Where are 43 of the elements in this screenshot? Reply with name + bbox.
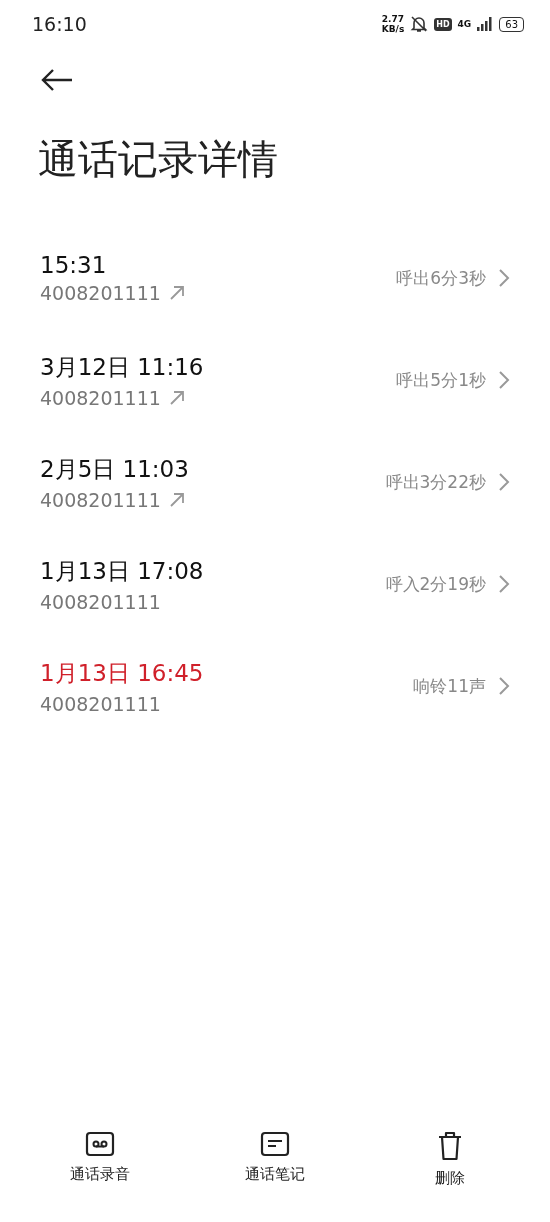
trash-icon bbox=[437, 1131, 464, 1161]
chevron-right-icon bbox=[498, 370, 510, 390]
call-time: 15:31 bbox=[40, 252, 108, 278]
call-summary: 呼出6分3秒 bbox=[396, 266, 486, 290]
call-record[interactable]: 1月13日 16:45 4008201111 响铃11声 bbox=[0, 635, 550, 737]
call-summary: 呼出3分22秒 bbox=[385, 470, 486, 494]
phone-number: 4008201111 bbox=[40, 488, 161, 511]
call-summary: 响铃11声 bbox=[413, 674, 486, 698]
back-arrow-icon[interactable] bbox=[40, 68, 74, 92]
battery-level: 63 bbox=[499, 16, 524, 32]
call-time: 2月5日 11:03 bbox=[40, 454, 190, 484]
phone-number: 4008201111 bbox=[40, 692, 161, 715]
phone-number: 4008201111 bbox=[40, 386, 161, 409]
phone-number: 4008201111 bbox=[40, 282, 161, 304]
network-speed: 2.77 KB/s bbox=[381, 14, 405, 34]
chevron-right-icon bbox=[498, 268, 510, 288]
call-record[interactable]: 3月12日 11:16 4008201111 呼出5分1秒 bbox=[0, 329, 550, 431]
call-record[interactable]: 15:31 4008201111 呼出6分3秒 bbox=[0, 227, 550, 329]
cassette-icon bbox=[84, 1131, 115, 1157]
phone-number: 4008201111 bbox=[40, 590, 161, 613]
chevron-right-icon bbox=[498, 676, 510, 696]
signal-icon bbox=[477, 17, 494, 31]
page-title: 通话记录详情 bbox=[38, 135, 279, 184]
bell-off-icon bbox=[410, 15, 429, 33]
hd-badge: HD bbox=[434, 17, 452, 31]
outgoing-arrow-icon bbox=[168, 285, 185, 301]
network-type: 4G bbox=[457, 19, 472, 29]
status-time: 16:10 bbox=[32, 13, 88, 35]
outgoing-arrow-icon bbox=[168, 491, 185, 508]
call-summary: 呼入2分19秒 bbox=[385, 572, 486, 596]
outgoing-arrow-icon bbox=[168, 389, 185, 406]
call-time: 3月12日 11:16 bbox=[40, 352, 205, 382]
call-summary: 呼出5分1秒 bbox=[396, 368, 486, 392]
call-record[interactable]: 2月5日 11:03 4008201111 呼出3分22秒 bbox=[0, 431, 550, 533]
delete-button[interactable]: 删除 bbox=[380, 1127, 521, 1192]
chevron-right-icon bbox=[498, 574, 510, 594]
note-icon bbox=[260, 1131, 290, 1157]
chevron-right-icon bbox=[498, 472, 510, 492]
call-time: 1月13日 17:08 bbox=[40, 556, 205, 586]
recording-button[interactable]: 通话录音 bbox=[29, 1127, 170, 1192]
call-record[interactable]: 1月13日 17:08 4008201111 呼入2分19秒 bbox=[0, 533, 550, 635]
call-time: 1月13日 16:45 bbox=[40, 658, 205, 688]
notes-button[interactable]: 通话笔记 bbox=[205, 1127, 345, 1192]
